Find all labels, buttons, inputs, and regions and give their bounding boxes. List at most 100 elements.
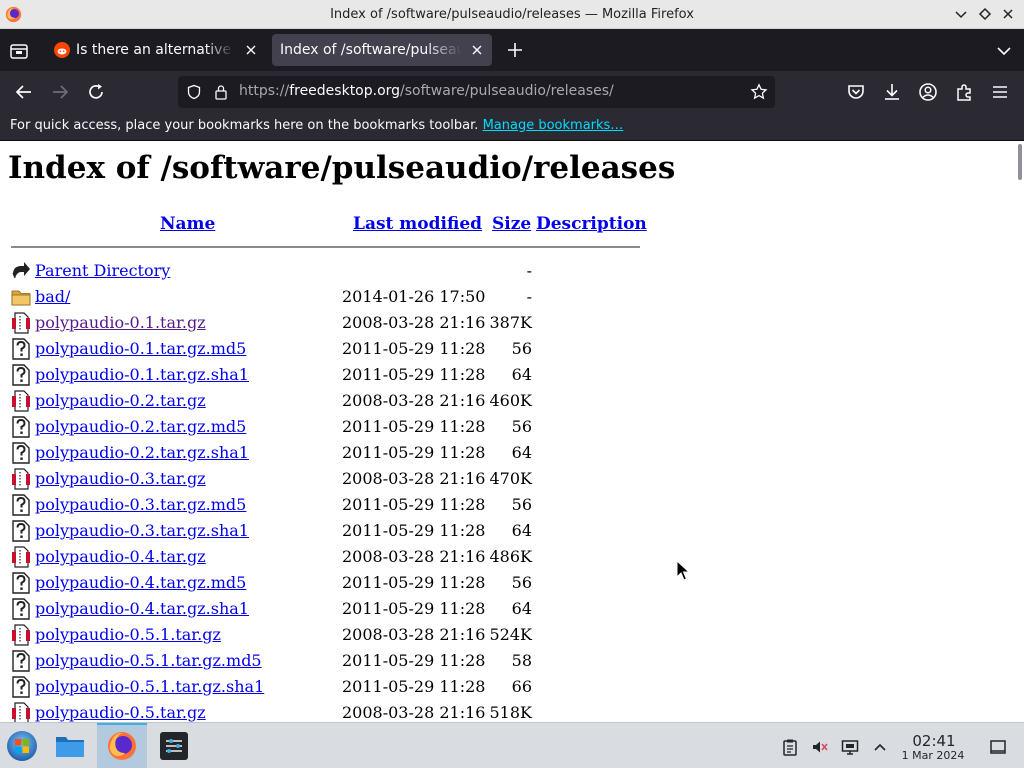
- bookmarks-toolbar: For quick access, place your bookmarks h…: [0, 113, 1024, 141]
- file-link[interactable]: polypaudio-0.3.tar.gz: [35, 469, 206, 488]
- new-tab-icon[interactable]: [505, 40, 525, 60]
- bookmark-star-icon[interactable]: [750, 83, 768, 101]
- back-button-icon[interactable]: [13, 81, 35, 103]
- archive-icon: [11, 624, 31, 646]
- column-header-last-modified[interactable]: Last modified: [353, 214, 482, 234]
- last-modified-cell: 2011-05-29 11:28: [342, 651, 486, 670]
- last-modified-cell: 2008-03-28 21:16: [342, 547, 486, 566]
- size-cell: 64: [511, 443, 532, 462]
- downloads-icon[interactable]: [881, 81, 903, 103]
- size-cell: 460K: [489, 391, 533, 410]
- app-menu-icon[interactable]: [989, 81, 1011, 103]
- tab-index-releases[interactable]: Index of /software/pulseaudio/releases: [272, 34, 492, 66]
- last-modified-cell: 2011-05-29 11:28: [342, 365, 486, 384]
- clipboard-icon[interactable]: [781, 738, 799, 756]
- file-link[interactable]: polypaudio-0.3.tar.gz.md5: [35, 495, 246, 514]
- file-link[interactable]: polypaudio-0.4.tar.gz.sha1: [35, 599, 249, 618]
- address-bar[interactable]: https://freedesktop.org/software/pulseau…: [178, 76, 775, 108]
- archive-icon: [11, 468, 31, 490]
- last-modified-cell: 2011-05-29 11:28: [342, 495, 486, 514]
- scrollbar-thumb[interactable]: [1018, 144, 1022, 180]
- table-row: polypaudio-0.2.tar.gz 2008-03-28 21:16 460…: [0, 388, 560, 414]
- last-modified-cell: 2011-05-29 11:28: [342, 599, 486, 618]
- column-header-size[interactable]: Size: [492, 214, 531, 234]
- table-row: polypaudio-0.1.tar.gz.md5 2011-05-29 11:2…: [0, 336, 560, 362]
- table-row: bad/2014-01-26 17:50 -: [0, 284, 560, 310]
- size-cell: 56: [511, 573, 532, 592]
- url-text[interactable]: https://freedesktop.org/software/pulseau…: [239, 83, 614, 99]
- table-row: polypaudio-0.5.1.tar.gz 2008-03-28 21:16 5…: [0, 622, 560, 648]
- size-cell: 387K: [489, 313, 533, 332]
- volume-muted-icon[interactable]: [811, 738, 829, 756]
- close-tab-icon[interactable]: [244, 43, 258, 57]
- column-header-name[interactable]: Name: [160, 214, 215, 234]
- clock-date[interactable]: 1 Mar 2024: [894, 749, 972, 762]
- size-cell: 64: [511, 365, 532, 384]
- file-link[interactable]: polypaudio-0.4.tar.gz.md5: [35, 573, 246, 592]
- last-modified-cell: 2008-03-28 21:16: [342, 391, 486, 410]
- file-link[interactable]: polypaudio-0.5.1.tar.gz.sha1: [35, 677, 264, 696]
- tab-strip: Is there an alternative to Index of /sof…: [0, 29, 1024, 71]
- url-host: freedesktop.org: [289, 83, 401, 99]
- lock-icon[interactable]: [214, 84, 228, 100]
- tab-title: Index of /software/pulseaudio/releases: [280, 42, 462, 58]
- firefox-icon[interactable]: [106, 730, 138, 762]
- file-link[interactable]: polypaudio-0.2.tar.gz.md5: [35, 417, 246, 436]
- tab-title: Is there an alternative to: [76, 42, 234, 58]
- tab-reddit[interactable]: Is there an alternative to: [44, 34, 266, 66]
- table-row: polypaudio-0.2.tar.gz.sha1 2011-05-29 11:…: [0, 440, 560, 466]
- file-link[interactable]: polypaudio-0.5.tar.gz: [35, 703, 206, 722]
- table-row: polypaudio-0.1.tar.gz 2008-03-28 21:16 387…: [0, 310, 560, 336]
- last-modified-cell: 2011-05-29 11:28: [342, 417, 486, 436]
- unknown-file-icon: [11, 494, 31, 516]
- window-title: Index of /software/pulseaudio/releases —…: [330, 7, 694, 22]
- clock-time[interactable]: 02:41: [904, 732, 964, 750]
- account-icon[interactable]: [917, 81, 939, 103]
- settings-icon[interactable]: [158, 730, 190, 762]
- file-manager-icon[interactable]: [54, 730, 86, 762]
- last-modified-cell: 2014-01-26 17:50: [342, 287, 486, 306]
- size-cell: 66: [511, 677, 532, 696]
- table-row: polypaudio-0.4.tar.gz.sha1 2011-05-29 11:…: [0, 596, 560, 622]
- maximize-icon[interactable]: [977, 6, 993, 22]
- file-link[interactable]: polypaudio-0.5.1.tar.gz.md5: [35, 651, 262, 670]
- bookmarks-toolbar-message: For quick access, place your bookmarks h…: [10, 118, 623, 133]
- extensions-icon[interactable]: [953, 81, 975, 103]
- page-content: Index of /software/pulseaudio/releases N…: [0, 142, 1024, 722]
- minimize-icon[interactable]: [953, 6, 969, 22]
- file-link[interactable]: polypaudio-0.1.tar.gz.sha1: [35, 365, 249, 384]
- file-link[interactable]: polypaudio-0.1.tar.gz: [35, 313, 206, 332]
- size-cell: -: [526, 287, 532, 306]
- manage-bookmarks-link[interactable]: Manage bookmarks…: [483, 118, 624, 133]
- tracking-protection-icon[interactable]: [186, 84, 202, 100]
- table-row: polypaudio-0.5.1.tar.gz.md5 2011-05-29 11…: [0, 648, 560, 674]
- file-link[interactable]: bad/: [35, 287, 70, 306]
- unknown-file-icon: [11, 598, 31, 620]
- file-link[interactable]: polypaudio-0.4.tar.gz: [35, 547, 206, 566]
- file-link[interactable]: polypaudio-0.1.tar.gz.md5: [35, 339, 246, 358]
- file-link[interactable]: polypaudio-0.2.tar.gz: [35, 391, 206, 410]
- archive-icon: [11, 312, 31, 334]
- pocket-icon[interactable]: [845, 81, 867, 103]
- start-menu-icon[interactable]: [6, 730, 38, 762]
- header-divider: [11, 246, 640, 248]
- file-link[interactable]: polypaudio-0.2.tar.gz.sha1: [35, 443, 249, 462]
- close-window-icon[interactable]: [1000, 6, 1016, 22]
- reload-icon[interactable]: [85, 81, 107, 103]
- forward-button-icon[interactable]: [49, 81, 71, 103]
- file-link[interactable]: polypaudio-0.3.tar.gz.sha1: [35, 521, 249, 540]
- list-all-tabs-icon[interactable]: [994, 41, 1014, 61]
- folder-icon: [11, 286, 31, 308]
- show-desktop-icon[interactable]: [989, 738, 1007, 756]
- tray-expand-icon[interactable]: [871, 738, 889, 756]
- size-cell: 470K: [489, 469, 533, 488]
- unknown-file-icon: [11, 676, 31, 698]
- size-cell: 56: [511, 417, 532, 436]
- display-icon[interactable]: [841, 738, 859, 756]
- file-link[interactable]: Parent Directory: [35, 261, 170, 280]
- close-tab-icon[interactable]: [470, 43, 484, 57]
- file-link[interactable]: polypaudio-0.5.1.tar.gz: [35, 625, 221, 644]
- last-modified-cell: 2011-05-29 11:28: [342, 443, 486, 462]
- firefox-view-icon[interactable]: [8, 41, 30, 61]
- column-header-description[interactable]: Description: [536, 214, 647, 234]
